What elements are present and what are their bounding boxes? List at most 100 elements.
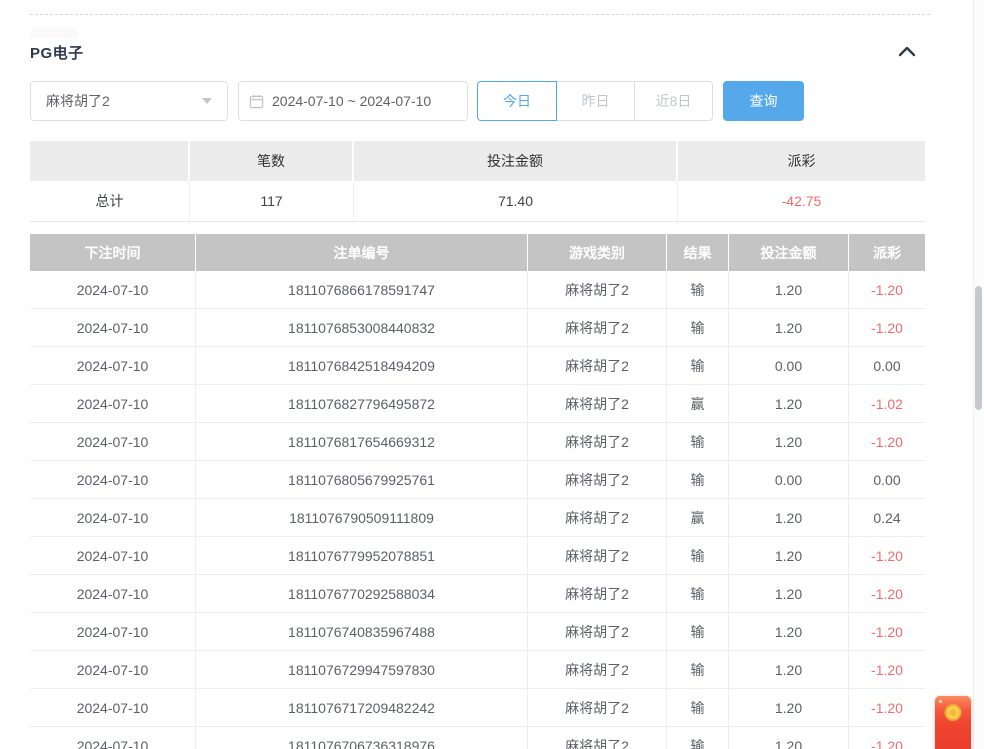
row-payout: -1.20 xyxy=(849,651,925,688)
summary-header-payout: 派彩 xyxy=(678,141,925,181)
row-game-type: 麻将胡了2 xyxy=(528,271,667,308)
collapse-panel-button[interactable] xyxy=(896,41,918,61)
row-bet-id: 1811076770292588034 xyxy=(196,575,528,612)
row-payout: 0.24 xyxy=(849,499,925,536)
row-bet-id: 1811076706736318976 xyxy=(196,727,528,749)
row-game-type: 麻将胡了2 xyxy=(528,461,667,498)
row-bet-id: 1811076817654669312 xyxy=(196,423,528,460)
row-result: 输 xyxy=(667,575,729,612)
row-payout: -1.02 xyxy=(849,385,925,422)
yesterday-button[interactable]: 昨日 xyxy=(556,81,635,121)
records-header-result: 结果 xyxy=(667,234,729,271)
row-payout: -1.20 xyxy=(849,537,925,574)
summary-total-bet-amount: 71.40 xyxy=(354,181,678,221)
row-bet-id: 1811076805679925761 xyxy=(196,461,528,498)
summary-total-payout: -42.75 xyxy=(678,181,925,221)
calendar-icon xyxy=(249,94,264,109)
row-bet-id: 1811076842518494209 xyxy=(196,347,528,384)
row-bet-time: 2024-07-10 xyxy=(30,271,196,308)
row-game-type: 麻将胡了2 xyxy=(528,537,667,574)
table-row: 2024-07-10 1811076842518494209 麻将胡了2 输 0… xyxy=(30,347,925,385)
row-bet-amount: 1.20 xyxy=(729,727,849,749)
row-result: 输 xyxy=(667,461,729,498)
row-bet-time: 2024-07-10 xyxy=(30,423,196,460)
row-bet-id: 1811076790509111809 xyxy=(196,499,528,536)
table-row: 2024-07-10 1811076717209482242 麻将胡了2 输 1… xyxy=(30,689,925,727)
records-table: 下注时间 注单编号 游戏类别 结果 投注金额 派彩 2024-07-10 181… xyxy=(30,234,925,749)
row-bet-id: 1811076729947597830 xyxy=(196,651,528,688)
row-bet-amount: 1.20 xyxy=(729,385,849,422)
row-game-type: 麻将胡了2 xyxy=(528,575,667,612)
red-envelope-promo-icon[interactable] xyxy=(935,696,971,749)
row-bet-amount: 1.20 xyxy=(729,651,849,688)
row-bet-time: 2024-07-10 xyxy=(30,347,196,384)
row-game-type: 麻将胡了2 xyxy=(528,689,667,726)
row-payout: -1.20 xyxy=(849,271,925,308)
summary-header-blank xyxy=(30,141,190,181)
row-bet-amount: 1.20 xyxy=(729,271,849,308)
row-result: 赢 xyxy=(667,499,729,536)
envelope-clasp-dot xyxy=(939,700,942,703)
search-button[interactable]: 查询 xyxy=(723,81,804,121)
row-result: 赢 xyxy=(667,385,729,422)
summary-table-header: 笔数 投注金额 派彩 xyxy=(30,141,925,181)
page-title: PG电子 xyxy=(30,42,84,63)
row-result: 输 xyxy=(667,613,729,650)
table-row: 2024-07-10 1811076740835967488 麻将胡了2 输 1… xyxy=(30,613,925,651)
row-bet-amount: 1.20 xyxy=(729,575,849,612)
row-bet-time: 2024-07-10 xyxy=(30,309,196,346)
decoration-placeholder xyxy=(30,28,78,38)
row-bet-amount: 1.20 xyxy=(729,689,849,726)
summary-table: 笔数 投注金额 派彩 总计 117 71.40 -42.75 xyxy=(30,141,925,222)
row-game-type: 麻将胡了2 xyxy=(528,651,667,688)
records-header-game: 游戏类别 xyxy=(528,234,667,271)
row-game-type: 麻将胡了2 xyxy=(528,499,667,536)
table-row: 2024-07-10 1811076729947597830 麻将胡了2 输 1… xyxy=(30,651,925,689)
row-bet-time: 2024-07-10 xyxy=(30,689,196,726)
row-result: 输 xyxy=(667,651,729,688)
records-table-header: 下注时间 注单编号 游戏类别 结果 投注金额 派彩 xyxy=(30,234,925,271)
row-bet-time: 2024-07-10 xyxy=(30,575,196,612)
table-row: 2024-07-10 1811076853008440832 麻将胡了2 输 1… xyxy=(30,309,925,347)
game-select-value: 麻将胡了2 xyxy=(46,91,202,111)
row-bet-id: 1811076866178591747 xyxy=(196,271,528,308)
vertical-scrollbar xyxy=(973,0,984,749)
row-bet-id: 1811076740835967488 xyxy=(196,613,528,650)
today-button[interactable]: 今日 xyxy=(477,81,557,121)
row-game-type: 麻将胡了2 xyxy=(528,727,667,749)
betting-records-page: PG电子 麻将胡了2 2024-07-10 ~ 2024-07-10 今日 昨日… xyxy=(0,0,984,749)
row-result: 输 xyxy=(667,271,729,308)
row-bet-id: 1811076853008440832 xyxy=(196,309,528,346)
table-row: 2024-07-10 1811076827796495872 麻将胡了2 赢 1… xyxy=(30,385,925,423)
row-game-type: 麻将胡了2 xyxy=(528,385,667,422)
game-select[interactable]: 麻将胡了2 xyxy=(30,81,228,121)
table-row: 2024-07-10 1811076817654669312 麻将胡了2 输 1… xyxy=(30,423,925,461)
scrollbar-thumb[interactable] xyxy=(975,286,982,410)
records-header-bet-amount: 投注金额 xyxy=(729,234,849,271)
gold-coin-icon xyxy=(945,704,962,721)
last-8-days-button[interactable]: 近8日 xyxy=(634,81,713,121)
row-bet-time: 2024-07-10 xyxy=(30,727,196,749)
table-row: 2024-07-10 1811076770292588034 麻将胡了2 输 1… xyxy=(30,575,925,613)
row-bet-amount: 1.20 xyxy=(729,499,849,536)
row-payout: 0.00 xyxy=(849,461,925,498)
table-row: 2024-07-10 1811076706736318976 麻将胡了2 输 1… xyxy=(30,727,925,749)
quick-date-button-group: 今日 昨日 近8日 xyxy=(477,81,713,121)
summary-header-bet-amount: 投注金额 xyxy=(354,141,678,181)
row-bet-time: 2024-07-10 xyxy=(30,651,196,688)
row-bet-time: 2024-07-10 xyxy=(30,537,196,574)
summary-total-row: 总计 117 71.40 -42.75 xyxy=(30,181,925,222)
row-result: 输 xyxy=(667,347,729,384)
records-header-payout: 派彩 xyxy=(849,234,925,271)
date-range-picker[interactable]: 2024-07-10 ~ 2024-07-10 xyxy=(238,81,468,121)
row-bet-id: 1811076827796495872 xyxy=(196,385,528,422)
row-payout: -1.20 xyxy=(849,423,925,460)
summary-header-count: 笔数 xyxy=(190,141,354,181)
dashed-separator xyxy=(30,14,930,15)
records-header-time: 下注时间 xyxy=(30,234,196,271)
row-bet-time: 2024-07-10 xyxy=(30,613,196,650)
table-row: 2024-07-10 1811076790509111809 麻将胡了2 赢 1… xyxy=(30,499,925,537)
row-bet-amount: 1.20 xyxy=(729,537,849,574)
records-table-body: 2024-07-10 1811076866178591747 麻将胡了2 输 1… xyxy=(30,271,925,749)
row-bet-amount: 1.20 xyxy=(729,309,849,346)
